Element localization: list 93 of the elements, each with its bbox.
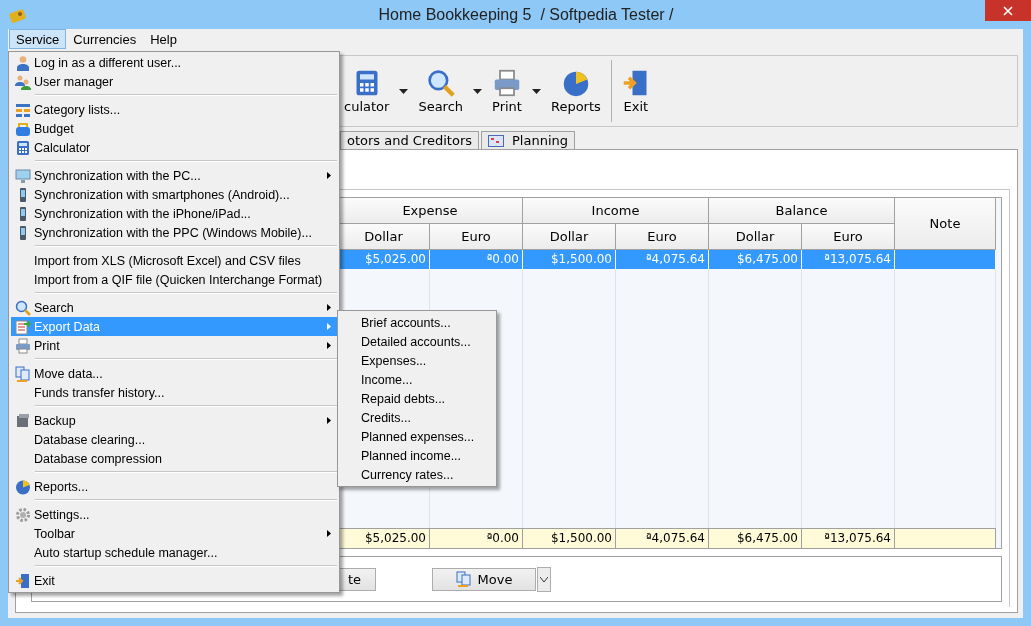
export-icon — [14, 318, 31, 335]
tab[interactable]: Planning — [481, 131, 575, 149]
close-icon — [1003, 5, 1013, 16]
chevron-down-icon — [540, 576, 548, 582]
backup-icon — [14, 412, 31, 429]
menu-bar-item[interactable]: Currencies — [66, 29, 144, 49]
menu-item[interactable]: Synchronization with the PPC (Windows Mobile)... — [11, 223, 337, 242]
action-button[interactable]: Move — [432, 567, 536, 591]
submenu-item[interactable]: Repaid debts... — [338, 389, 496, 408]
app-wallet-icon — [9, 6, 27, 23]
calculator-icon — [14, 139, 31, 156]
window-title: Home Bookkeeping 5 / Softpedia Tester / — [377, 5, 675, 24]
toolbar-button[interactable]: Exit — [617, 56, 654, 126]
toolbar-button[interactable]: Print — [488, 56, 526, 126]
toolbar-button[interactable]: Search — [414, 56, 468, 126]
column-group-header: Income — [523, 198, 709, 224]
menu-item[interactable]: Synchronization with the iPhone/iPad... — [11, 204, 337, 223]
menu-item[interactable]: Synchronization with smartphones (Android)... — [11, 185, 337, 204]
menu-item[interactable]: Auto startup schedule manager... — [11, 543, 337, 562]
total-cell: $1,500.00 — [523, 528, 616, 548]
total-cell: ª13,075.64 — [802, 528, 895, 548]
menu-item[interactable]: Database compression — [11, 449, 337, 468]
column-header: Euro — [802, 224, 895, 250]
dropdown-button[interactable] — [537, 566, 551, 592]
menu-item[interactable]: Exit — [11, 571, 337, 590]
menu-item[interactable]: Reports... — [11, 477, 337, 496]
submenu-item[interactable]: Planned expenses... — [338, 427, 496, 446]
table-cell: ª4,075.64 — [616, 250, 709, 269]
menu-item[interactable]: User manager — [11, 72, 337, 91]
menu-item[interactable]: Log in as a different user... — [11, 53, 337, 72]
column-header: Note — [895, 198, 996, 250]
table-cell: ª13,075.64 — [802, 250, 895, 269]
printer-icon — [493, 68, 521, 97]
column-group-header: Expense — [338, 198, 523, 224]
column-group-header: Balance — [709, 198, 895, 224]
users-icon — [14, 73, 31, 90]
submenu-item[interactable]: Income... — [338, 370, 496, 389]
toolbar-button[interactable]: Reports — [546, 56, 605, 126]
menu-item[interactable]: Toolbar — [11, 524, 337, 543]
close-button[interactable] — [985, 0, 1031, 21]
search-icon — [14, 299, 31, 316]
printer-icon — [14, 337, 31, 354]
menu-item[interactable]: Import from a QIF file (Quicken Interchange Format) — [11, 270, 337, 289]
total-cell: $6,475.00 — [709, 528, 802, 548]
menu-item[interactable]: Calculator — [11, 138, 337, 157]
monitor-icon — [14, 167, 31, 184]
move-data-icon — [455, 571, 472, 587]
column-header: Dollar — [523, 224, 616, 250]
menu-item[interactable]: Database clearing... — [11, 430, 337, 449]
menu-item[interactable]: Print — [11, 336, 337, 355]
submenu-item[interactable]: Detailed accounts... — [338, 332, 496, 351]
menu-item[interactable]: Search — [11, 298, 337, 317]
caret-icon[interactable] — [473, 88, 483, 94]
total-cell: $5,025.00 — [338, 528, 430, 548]
column-header: Dollar — [709, 224, 802, 250]
submenu-item[interactable]: Planned income... — [338, 446, 496, 465]
category-list-icon — [14, 101, 31, 118]
submenu-item[interactable]: Brief accounts... — [338, 313, 496, 332]
menu-item[interactable]: Budget — [11, 119, 337, 138]
planning-grid-icon — [488, 134, 504, 147]
table-cell: ª0.00 — [430, 250, 523, 269]
caret-icon[interactable] — [399, 88, 409, 94]
search-icon — [426, 68, 455, 97]
tab[interactable]: otors and Creditors — [340, 131, 479, 149]
table-cell: $6,475.00 — [709, 250, 802, 269]
total-cell: ª0.00 — [430, 528, 523, 548]
submenu-item[interactable]: Expenses... — [338, 351, 496, 370]
pie-chart-icon — [14, 478, 31, 495]
exit-door-icon — [14, 572, 31, 589]
menu-item[interactable]: Move data... — [11, 364, 337, 383]
total-cell: ª4,075.64 — [616, 528, 709, 548]
settings-icon — [14, 506, 31, 523]
column-header: Euro — [430, 224, 523, 250]
menu-item[interactable]: Backup — [11, 411, 337, 430]
user-icon — [14, 54, 31, 71]
menu-item[interactable]: Import from XLS (Microsoft Excel) and CSV files — [11, 251, 337, 270]
move-data-icon — [14, 365, 31, 382]
submenu-item[interactable]: Currency rates... — [338, 465, 496, 484]
column-header: Dollar — [338, 224, 430, 250]
menu-item[interactable]: Category lists... — [11, 100, 337, 119]
menu-bar-item[interactable]: Help — [143, 29, 184, 49]
table-cell: $5,025.00 — [338, 250, 430, 269]
purse-icon — [14, 120, 31, 137]
table-cell: $1,500.00 — [523, 250, 616, 269]
toolbar-button[interactable]: culator — [340, 56, 394, 126]
exit-door-icon — [621, 68, 650, 97]
column-header: Euro — [616, 224, 709, 250]
menu-item[interactable]: Funds transfer history... — [11, 383, 337, 402]
menu-item[interactable]: Synchronization with the PC... — [11, 166, 337, 185]
submenu-item[interactable]: Credits... — [338, 408, 496, 427]
caret-icon[interactable] — [531, 88, 541, 94]
menu-item[interactable]: Settings... — [11, 505, 337, 524]
menu-bar-item[interactable]: Service — [9, 29, 67, 49]
